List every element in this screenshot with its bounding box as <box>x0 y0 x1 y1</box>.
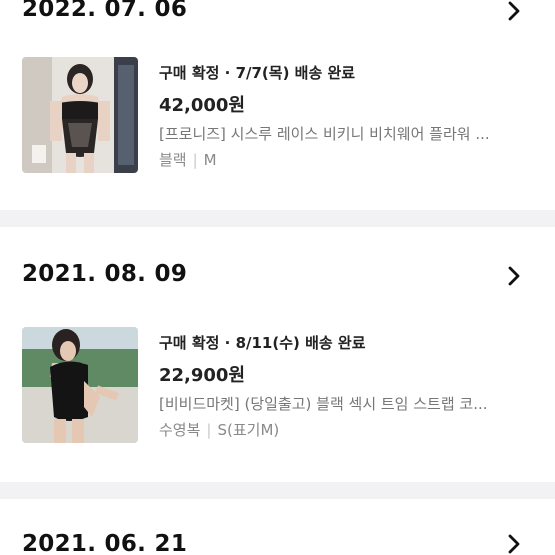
product-thumbnail[interactable] <box>22 57 138 173</box>
order-item[interactable]: 구매 확정 · 8/11(수) 배송 완료 22,900원 [비비드마켓] (당… <box>22 327 542 449</box>
chevron-right-icon[interactable] <box>503 265 525 287</box>
order-price: 42,000원 <box>159 95 246 116</box>
option-separator: | <box>206 421 212 439</box>
order-status: 구매 확정 · 8/11(수) 배송 완료 <box>159 334 366 352</box>
section-divider <box>0 210 555 227</box>
product-title[interactable]: [프로니즈] 시스루 레이스 비키니 비치웨어 플라워 ... <box>159 124 539 144</box>
section-divider <box>0 482 555 499</box>
product-options: 블랙 | M <box>159 150 539 170</box>
order-date: 2021. 06. 21 <box>22 531 188 555</box>
order-date: 2021. 08. 09 <box>22 261 188 287</box>
chevron-right-icon[interactable] <box>503 0 525 22</box>
product-title[interactable]: [비비드마켓] (당일출고) 블랙 섹시 트임 스트랩 코... <box>159 394 539 414</box>
chevron-right-icon[interactable] <box>503 533 525 555</box>
option-size: M <box>203 151 217 169</box>
option-color: 블랙 <box>159 151 187 169</box>
order-history-page: 2022. 07. 06 구매 확정 · 7/7(목) 배송 완료 42,000… <box>0 0 555 555</box>
order-item[interactable]: 구매 확정 · 7/7(목) 배송 완료 42,000원 [프로니즈] 시스루 … <box>22 57 542 179</box>
order-group: 2022. 07. 06 구매 확정 · 7/7(목) 배송 완료 42,000… <box>0 0 555 210</box>
product-options: 수영복 | S(표기M) <box>159 420 539 440</box>
order-price: 22,900원 <box>159 365 246 386</box>
option-separator: | <box>192 151 198 169</box>
product-thumbnail[interactable] <box>22 327 138 443</box>
order-group: 2021. 06. 21 <box>0 499 555 555</box>
order-info: 구매 확정 · 7/7(목) 배송 완료 42,000원 [프로니즈] 시스루 … <box>159 57 539 170</box>
order-status: 구매 확정 · 7/7(목) 배송 완료 <box>159 64 356 82</box>
option-color: 수영복 <box>159 421 201 439</box>
order-info: 구매 확정 · 8/11(수) 배송 완료 22,900원 [비비드마켓] (당… <box>159 327 539 440</box>
order-date: 2022. 07. 06 <box>22 0 188 22</box>
option-size: S(표기M) <box>217 421 280 439</box>
order-group: 2021. 08. 09 구매 확정 · 8/11(수) 배송 완료 22,90… <box>0 227 555 482</box>
